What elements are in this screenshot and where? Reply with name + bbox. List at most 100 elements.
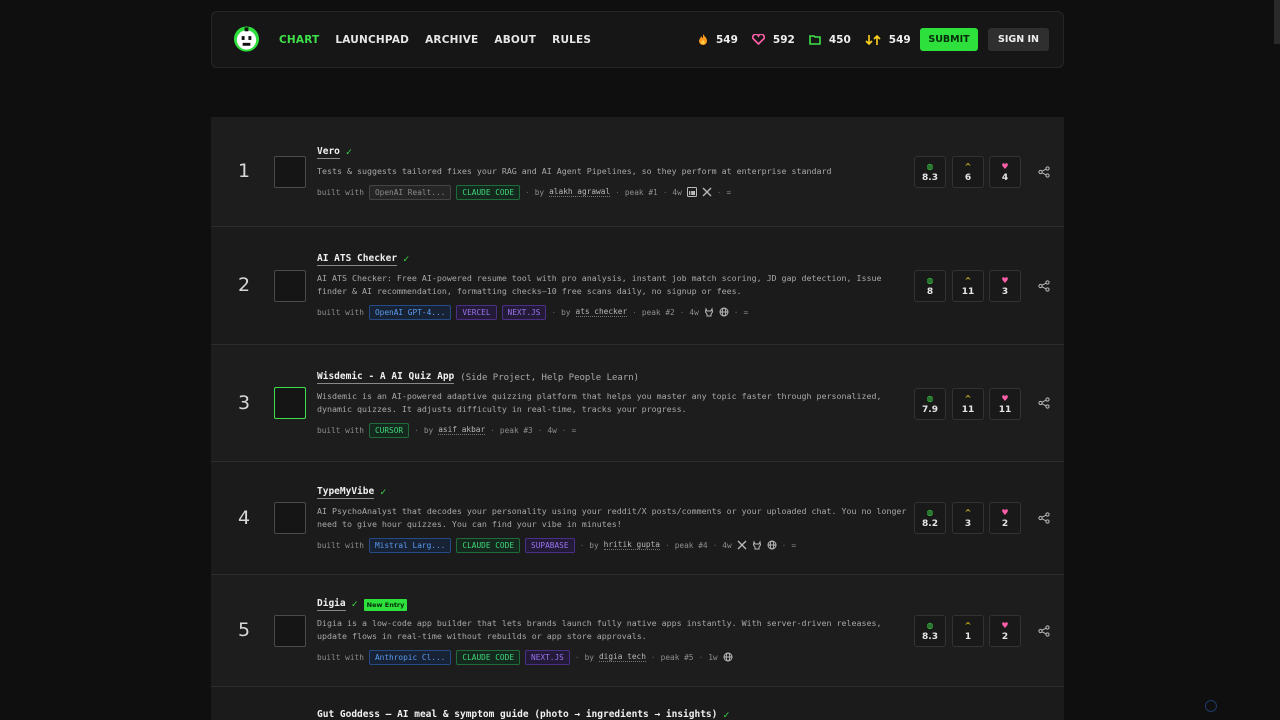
scrollbar[interactable] xyxy=(1274,0,1280,44)
nav-launchpad[interactable]: LAUNCHPAD xyxy=(335,34,409,46)
upvote-box[interactable]: ^ 11 xyxy=(952,270,984,302)
like-box[interactable]: ♥ 3 xyxy=(989,270,1021,302)
stat-heart: 592 xyxy=(751,34,795,46)
age: 1w xyxy=(708,652,718,662)
stats-bar: 549 592 450 549 xyxy=(698,12,911,67)
author-link[interactable]: hritik gupta xyxy=(603,540,661,550)
github-icon[interactable] xyxy=(704,307,714,317)
sign-in-button[interactable]: SIGN IN xyxy=(988,28,1049,51)
fire-icon xyxy=(699,33,707,45)
share-icon[interactable] xyxy=(1038,166,1050,178)
share-icon[interactable] xyxy=(1038,280,1050,292)
score-icon: ◍ xyxy=(926,161,934,171)
project-title[interactable]: Digia ✓ New Entry xyxy=(317,598,408,611)
peak-rank: peak #1 xyxy=(624,187,658,197)
share-icon[interactable] xyxy=(1038,397,1050,409)
tech-tag[interactable]: Mistral Larg... xyxy=(368,537,452,553)
project-title[interactable]: TypeMyVibe ✓ xyxy=(317,486,386,499)
globe-icon[interactable] xyxy=(723,652,733,662)
menu-icon[interactable]: = xyxy=(727,188,732,197)
tech-tag[interactable]: CURSOR xyxy=(368,422,410,438)
globe-icon[interactable] xyxy=(767,540,777,550)
tech-tag[interactable]: VERCEL xyxy=(456,304,497,320)
verified-check-icon: ✓ xyxy=(345,147,352,158)
project-thumbnail[interactable] xyxy=(274,270,306,302)
list-item[interactable]: 3 Wisdemic - A AI Quiz App (Side Project… xyxy=(211,345,1064,462)
project-title[interactable]: AI ATS Checker ✓ xyxy=(317,253,409,266)
list-item[interactable]: Gut Goddess — AI meal & symptom guide (p… xyxy=(211,687,1064,720)
list-item[interactable]: 4 TypeMyVibe ✓ AI PsychoAnalyst that dec… xyxy=(211,462,1064,575)
tech-tag[interactable]: Anthropic Cl... xyxy=(368,649,452,665)
upvote-box[interactable]: ^ 11 xyxy=(952,388,984,420)
author-link[interactable]: digia tech xyxy=(598,652,646,662)
nav-chart[interactable]: CHART xyxy=(279,34,319,46)
tech-tag[interactable]: CLAUDE CODE xyxy=(456,649,521,665)
project-description: AI ATS Checker: Free AI-powered resume t… xyxy=(317,273,882,296)
globe-icon[interactable] xyxy=(719,307,729,317)
score-box[interactable]: ◍ 8.2 xyxy=(914,502,946,534)
upvote-box[interactable]: ^ 1 xyxy=(952,615,984,647)
project-title[interactable]: Gut Goddess — AI meal & symptom guide (p… xyxy=(317,709,729,720)
author-link[interactable]: asif akbar xyxy=(438,425,486,435)
project-title[interactable]: Wisdemic - A AI Quiz App (Side Project, … xyxy=(317,371,639,384)
project-meta: built with Anthropic Cl... CLAUDE CODE N… xyxy=(317,649,733,665)
upvote-box[interactable]: ^ 3 xyxy=(952,502,984,534)
score-box[interactable]: ◍ 7.9 xyxy=(914,388,946,420)
like-box[interactable]: ♥ 4 xyxy=(989,156,1021,188)
project-thumbnail[interactable] xyxy=(274,615,306,647)
heart-icon: ♥ xyxy=(1001,393,1009,403)
heart-icon: ♥ xyxy=(1001,507,1009,517)
project-thumbnail[interactable] xyxy=(274,156,306,188)
project-title[interactable]: Vero ✓ xyxy=(317,146,352,159)
like-box[interactable]: ♥ 2 xyxy=(989,502,1021,534)
stat-folder: 450 xyxy=(809,34,851,46)
tech-tag[interactable]: NEXT.JS xyxy=(501,304,547,320)
github-icon[interactable] xyxy=(752,540,762,550)
score-box[interactable]: ◍ 8 xyxy=(914,270,946,302)
project-meta: built with CURSOR · by asif akbar · peak… xyxy=(317,422,576,438)
like-box[interactable]: ♥ 2 xyxy=(989,615,1021,647)
age: 4w xyxy=(672,187,682,197)
upvote-box[interactable]: ^ 6 xyxy=(952,156,984,188)
menu-icon[interactable]: = xyxy=(572,426,577,435)
score-box[interactable]: ◍ 8.3 xyxy=(914,156,946,188)
tech-tag[interactable]: OpenAI Realt... xyxy=(368,184,452,200)
nav-about[interactable]: ABOUT xyxy=(494,34,536,46)
tech-tag[interactable]: OpenAI GPT-4... xyxy=(368,304,452,320)
linkedin-icon[interactable] xyxy=(686,187,697,197)
verified-check-icon: ✓ xyxy=(723,710,730,720)
author-link[interactable]: alakh agrawal xyxy=(549,187,611,197)
tech-tag[interactable]: NEXT.JS xyxy=(525,649,570,665)
upvote-icon: ^ xyxy=(964,161,972,171)
tech-tag[interactable]: CLAUDE CODE xyxy=(456,184,521,200)
menu-icon[interactable]: = xyxy=(744,308,749,317)
project-thumbnail[interactable] xyxy=(274,502,306,534)
score-icon: ◍ xyxy=(926,507,934,517)
project-thumbnail[interactable] xyxy=(274,387,306,419)
tech-tag[interactable]: SUPABASE xyxy=(525,537,575,553)
submit-button[interactable]: SUBMIT xyxy=(920,28,978,51)
share-icon[interactable] xyxy=(1038,512,1050,524)
upvote-icon: ^ xyxy=(964,507,972,517)
rank-number: 5 xyxy=(237,619,251,641)
age: 4w xyxy=(547,425,557,435)
author-link[interactable]: ats checker xyxy=(575,307,628,317)
share-icon[interactable] xyxy=(1038,625,1050,637)
x-icon[interactable] xyxy=(702,187,712,197)
nav-rules[interactable]: RULES xyxy=(552,34,591,46)
project-description: AI PsychoAnalyst that decodes your perso… xyxy=(317,506,907,529)
logo-icon[interactable] xyxy=(233,25,260,53)
x-icon[interactable] xyxy=(737,540,747,550)
list-item[interactable]: 2 AI ATS Checker ✓ AI ATS Checker: Free … xyxy=(211,227,1064,345)
nav-archive[interactable]: ARCHIVE xyxy=(425,34,478,46)
upvote-icon: ^ xyxy=(964,620,972,630)
score-box[interactable]: ◍ 8.3 xyxy=(914,615,946,647)
list-item[interactable]: 1 Vero ✓ Tests & suggests tailored fixes… xyxy=(211,117,1064,227)
project-description: Digia is a low-code app builder that let… xyxy=(317,618,882,641)
list-item[interactable]: 5 Digia ✓ New Entry Digia is a low-code … xyxy=(211,575,1064,687)
like-box[interactable]: ♥ 11 xyxy=(989,388,1021,420)
tech-tag[interactable]: CLAUDE CODE xyxy=(456,537,521,553)
rank-number: 1 xyxy=(237,160,251,182)
corner-widget-icon[interactable] xyxy=(1205,700,1217,712)
menu-icon[interactable]: = xyxy=(791,541,796,550)
